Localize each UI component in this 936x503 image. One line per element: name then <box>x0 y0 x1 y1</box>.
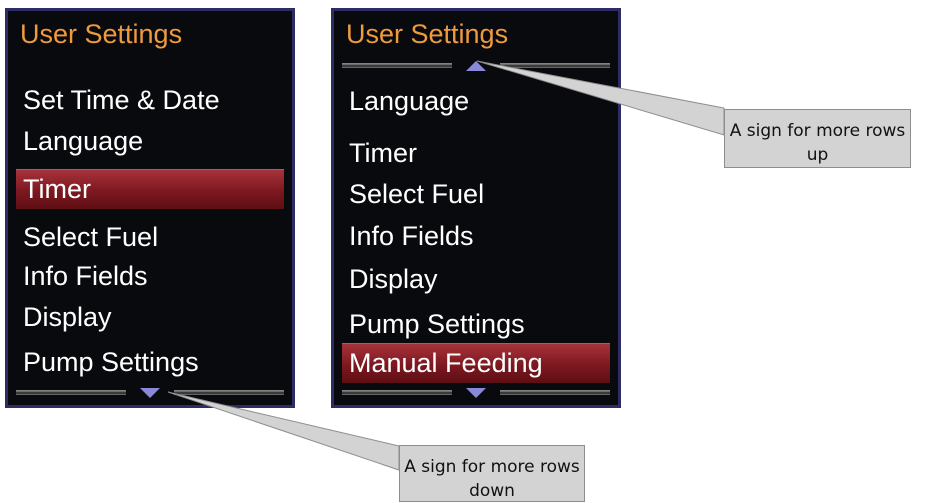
callout-pointer-up <box>476 60 725 136</box>
callout-more-rows-down: A sign for more rows down <box>399 445 585 502</box>
callout-pointer-down <box>167 391 400 471</box>
callout-leaders <box>167 60 725 471</box>
callout-more-rows-up: A sign for more rows up <box>724 109 911 168</box>
